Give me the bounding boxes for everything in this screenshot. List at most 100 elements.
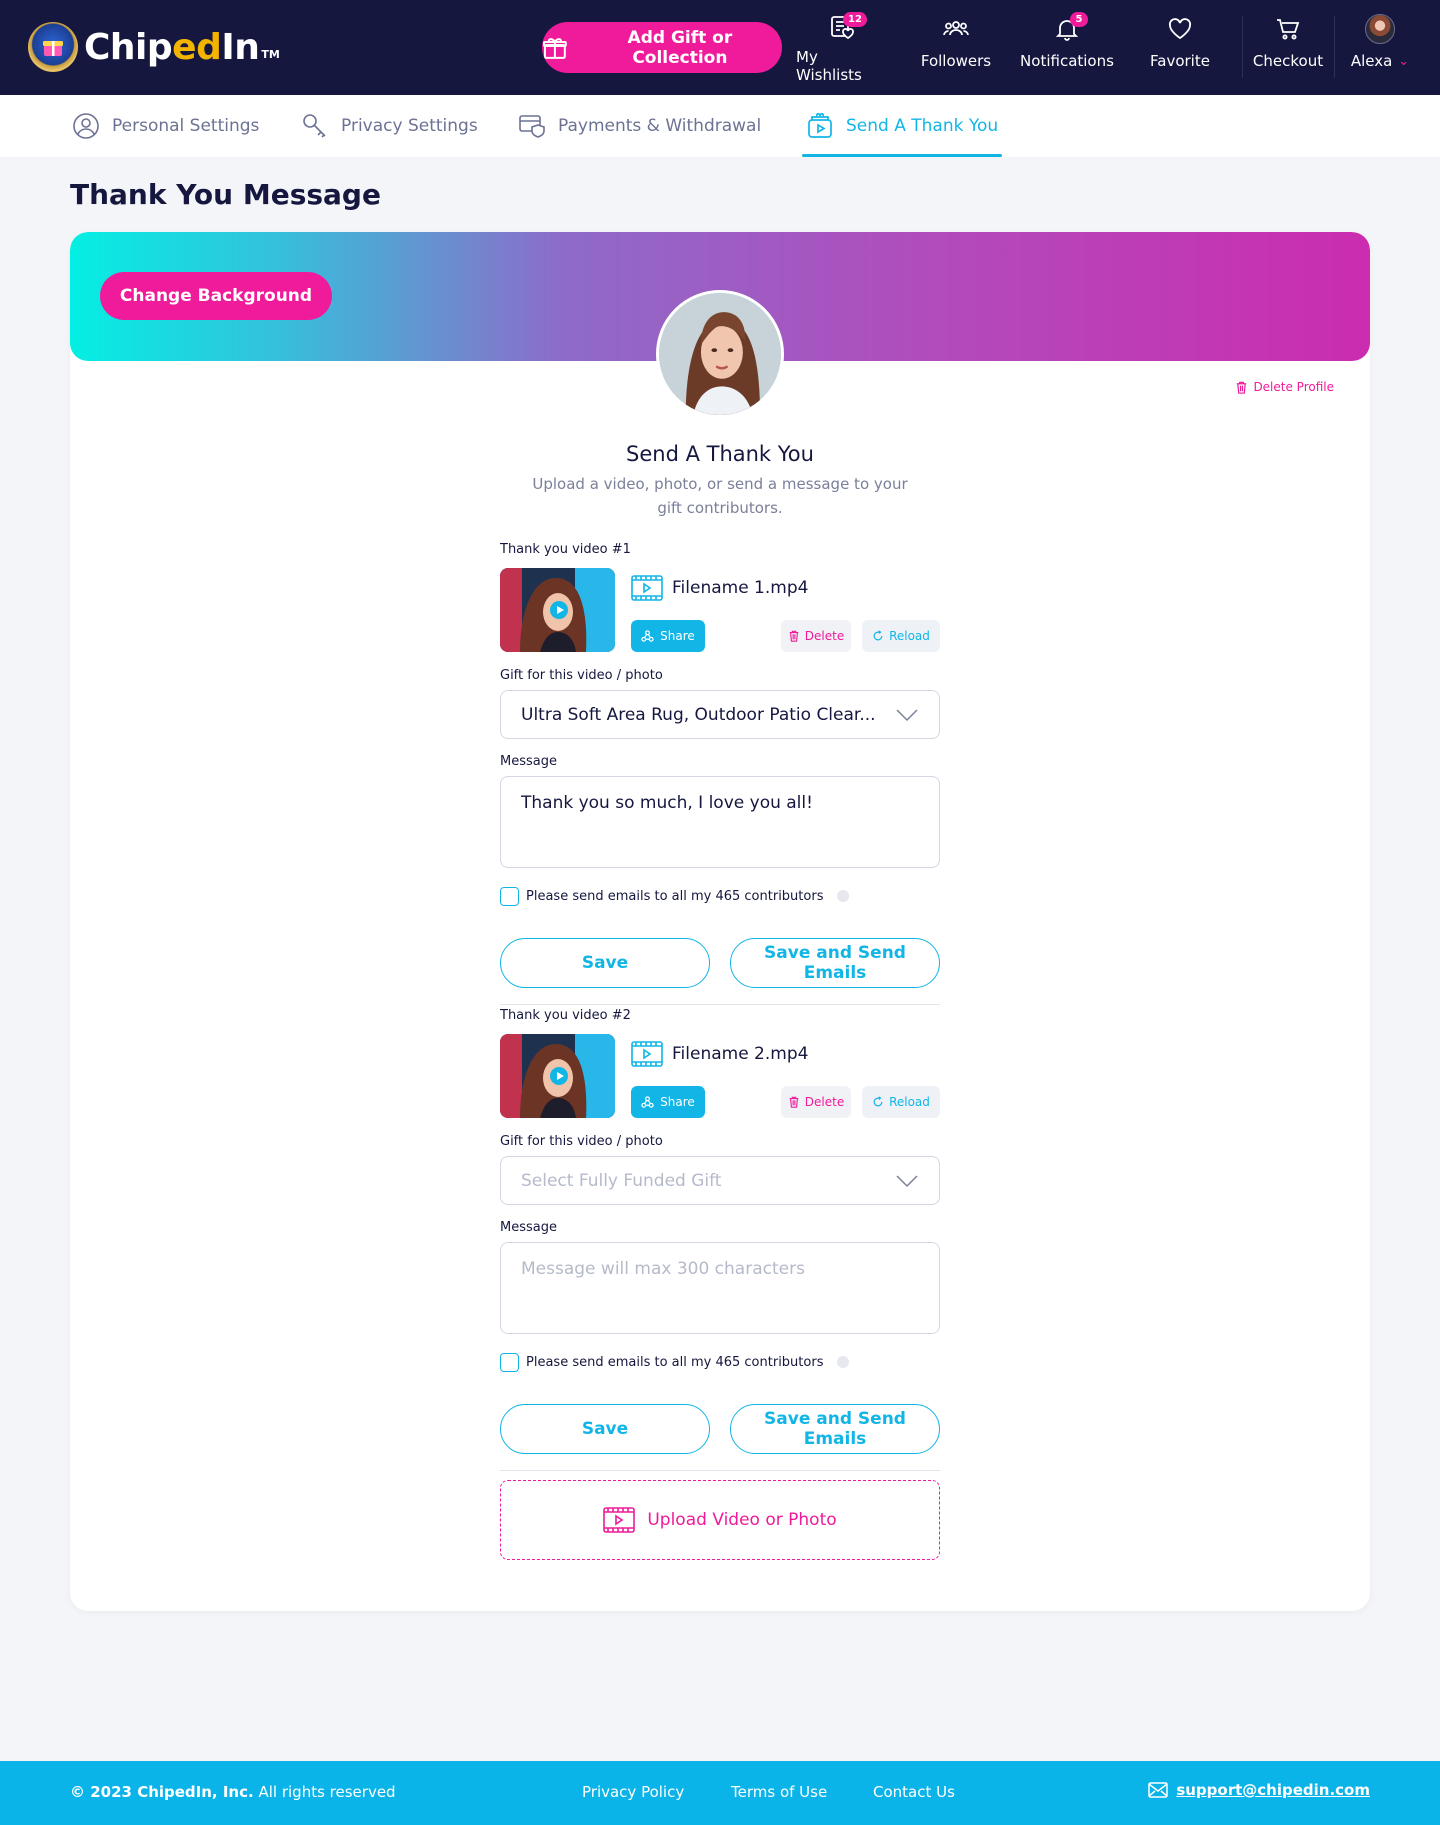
email-contributors-label: Please send emails to all my 465 contrib… [526, 1354, 824, 1370]
user-menu[interactable]: Alexa ⌄ [1340, 14, 1420, 78]
save-and-send-emails-button[interactable]: Save and Send Emails [730, 938, 940, 988]
video-row: Filename 1.mp4 Share Delete Reload [500, 568, 940, 652]
reload-video-button[interactable]: Reload [862, 1086, 940, 1118]
email-contributors-label: Please send emails to all my 465 contrib… [526, 888, 824, 904]
delete-video-button[interactable]: Delete [781, 1086, 851, 1118]
tab-send-a-thank-you[interactable]: Send A Thank You [801, 95, 1003, 157]
footer-link-terms-of-use[interactable]: Terms of Use [731, 1783, 827, 1801]
reload-label: Reload [889, 1095, 930, 1109]
video-label: Thank you video #2 [500, 1008, 631, 1023]
message-textarea[interactable]: Message will max 300 characters [500, 1242, 940, 1334]
footer-link-privacy-policy[interactable]: Privacy Policy [582, 1783, 684, 1801]
video-thumbnail[interactable] [500, 568, 615, 652]
reload-icon [873, 630, 883, 641]
play-icon [550, 601, 568, 619]
thank-you-video-block-1: Thank you video #1 Filename 1.mp4 Share [500, 542, 940, 1022]
email-contributors-option[interactable]: Please send emails to all my 465 contrib… [500, 886, 940, 906]
info-icon[interactable] [837, 890, 850, 902]
nav-divider [1242, 16, 1243, 78]
trash-icon [789, 630, 799, 642]
nav-followers[interactable]: Followers [910, 14, 1002, 78]
delete-label: Delete [804, 629, 845, 643]
chevron-down-icon [896, 1174, 918, 1187]
gift-select[interactable]: Ultra Soft Area Rug, Outdoor Patio Clear… [500, 690, 940, 739]
section-title: Send A Thank You [626, 442, 814, 466]
save-button[interactable]: Save [500, 1404, 710, 1454]
support-email-link[interactable]: support@chipedin.com [1148, 1781, 1370, 1799]
email-contributors-checkbox[interactable] [500, 1352, 519, 1372]
tab-personal-settings[interactable]: Personal Settings [72, 95, 259, 157]
logo-wordmark: ChipedIn [84, 26, 260, 68]
logo-trademark: TM [261, 47, 280, 61]
reload-label: Reload [889, 629, 930, 643]
message-textarea[interactable]: Thank you so much, I love you all! [500, 776, 940, 868]
gift-select-value: Ultra Soft Area Rug, Outdoor Patio Clear… [521, 704, 876, 725]
notifications-count-badge: 5 [1070, 12, 1088, 27]
section-subtitle: Upload a video, photo, or send a message… [532, 475, 908, 517]
footer-link-contact-us[interactable]: Contact Us [873, 1783, 955, 1801]
video-row: Filename 2.mp4 Share Delete Reload [500, 1034, 940, 1118]
email-contributors-checkbox[interactable] [500, 886, 519, 906]
video-thumbnail[interactable] [500, 1034, 615, 1118]
upload-section: Upload Video or Photo [500, 1480, 940, 1560]
page-title: Thank You Message [70, 178, 381, 211]
profile-avatar[interactable] [656, 290, 784, 418]
chevron-down-icon [896, 708, 918, 721]
video-filename: Filename 2.mp4 [672, 1044, 809, 1064]
video-file-icon [603, 1507, 636, 1533]
nav-checkout-label: Checkout [1252, 52, 1324, 70]
mail-icon [1148, 1782, 1169, 1798]
nav-favorite[interactable]: Favorite [1140, 14, 1220, 78]
gift-select[interactable]: Select Fully Funded Gift [500, 1156, 940, 1205]
divider [500, 1470, 940, 1471]
add-gift-or-collection-button[interactable]: Add Gift or Collection [542, 22, 782, 73]
nav-notifications-label: Notifications [1020, 52, 1114, 70]
settings-tabs: Personal Settings Privacy Settings Payme… [0, 95, 1440, 157]
nav-checkout[interactable]: Checkout [1247, 14, 1329, 78]
nav-my-wishlists[interactable]: 12 My Wishlists [796, 12, 888, 84]
nav-notifications[interactable]: 5 Notifications [1017, 12, 1117, 78]
upload-video-or-photo-button[interactable]: Upload Video or Photo [500, 1480, 940, 1560]
info-icon[interactable] [837, 1356, 850, 1368]
change-background-button[interactable]: Change Background [100, 272, 332, 320]
reload-video-button[interactable]: Reload [862, 620, 940, 652]
share-label: Share [660, 1095, 695, 1109]
play-icon [550, 1067, 568, 1085]
wallet-shield-icon [519, 115, 545, 138]
share-icon [641, 1095, 654, 1108]
heart-icon [1168, 18, 1192, 40]
delete-video-button[interactable]: Delete [781, 620, 851, 652]
nav-my-wishlists-label: My Wishlists [796, 48, 862, 84]
upload-label: Upload Video or Photo [647, 1510, 837, 1530]
action-buttons: Save Save and Send Emails [500, 1404, 940, 1454]
tab-send-a-thank-you-label: Send A Thank You [846, 116, 999, 136]
footer: © 2023 ChipedIn, Inc. All rights reserve… [0, 1761, 1440, 1825]
divider [500, 1004, 940, 1005]
share-button[interactable]: Share [631, 620, 705, 652]
trash-icon [1237, 381, 1247, 394]
trash-icon [789, 1096, 799, 1108]
video-gift-icon [808, 112, 832, 138]
message-field-label: Message [500, 1220, 557, 1235]
thank-you-video-block-2: Thank you video #2 Filename 2.mp4 Share [500, 1008, 940, 1488]
save-and-send-emails-button[interactable]: Save and Send Emails [730, 1404, 940, 1454]
chipedin-logo[interactable]: ChipedIn TM [28, 22, 280, 72]
reload-icon [873, 1096, 883, 1107]
delete-profile-button[interactable]: Delete Profile [1235, 380, 1334, 394]
delete-profile-label: Delete Profile [1253, 380, 1334, 394]
tab-privacy-settings[interactable]: Privacy Settings [301, 95, 478, 157]
delete-label: Delete [804, 1095, 845, 1109]
logo-gift-icon [28, 22, 78, 72]
nav-favorite-label: Favorite [1150, 52, 1210, 70]
gift-field-label: Gift for this video / photo [500, 1134, 663, 1149]
share-button[interactable]: Share [631, 1086, 705, 1118]
save-button[interactable]: Save [500, 938, 710, 988]
nav-followers-label: Followers [920, 52, 992, 70]
support-email: support@chipedin.com [1176, 1781, 1370, 1799]
user-circle-icon [73, 113, 99, 139]
add-gift-label: Add Gift or Collection [627, 27, 733, 68]
copyright: © 2023 ChipedIn, Inc. All rights reserve… [70, 1783, 396, 1801]
email-contributors-option[interactable]: Please send emails to all my 465 contrib… [500, 1352, 940, 1372]
user-name: Alexa [1350, 52, 1393, 70]
tab-payments-withdrawal[interactable]: Payments & Withdrawal [518, 95, 761, 157]
